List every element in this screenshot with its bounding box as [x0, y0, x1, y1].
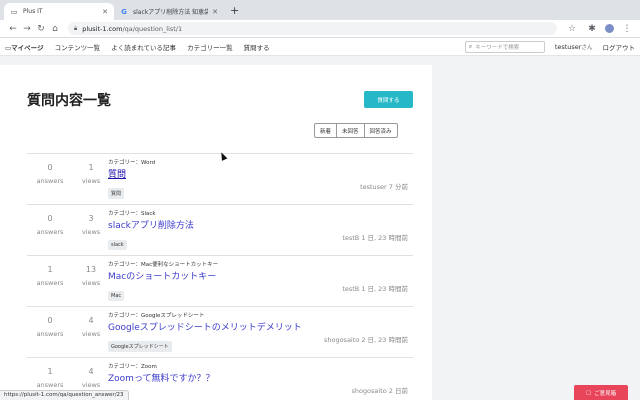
home-icon[interactable]: ⌂: [48, 24, 62, 34]
question-tag[interactable]: slack: [108, 240, 127, 250]
answers-stat: 1 answers: [36, 265, 64, 287]
question-item: 0 answers 1 views カテゴリー：Word 質問 質問 testuse…: [27, 153, 413, 204]
question-tag[interactable]: 質問: [108, 188, 125, 199]
filter-newest[interactable]: 新着: [314, 123, 338, 138]
question-list: 0 answers 1 views カテゴリー：Word 質問 質問 testuse…: [27, 153, 413, 400]
site-nav: ▭マイページ コンテンツ一覧 よく読まれている記事 カテゴリー一覧 質問する: [5, 42, 279, 52]
answers-stat: 0 answers: [36, 214, 64, 236]
question-title-link[interactable]: slackアプリ削除方法: [108, 218, 413, 231]
status-bar-url: https://plusit-1.com/qa/question_answer/…: [0, 390, 129, 400]
close-tab-icon[interactable]: ✕: [102, 8, 108, 16]
close-tab-icon[interactable]: ✕: [212, 8, 218, 16]
question-meta: shogosaito 2 日, 23 時間前: [323, 336, 408, 344]
views-stat: 4 views: [81, 316, 101, 338]
question-title-link[interactable]: Macのショートカットキー: [108, 269, 413, 282]
question-item: 0 answers 4 views カテゴリー：Googleスプレッドシート Goo…: [27, 306, 413, 357]
nav-popular[interactable]: よく読まれている記事: [111, 44, 176, 52]
views-stat: 4 views: [81, 367, 101, 389]
back-icon[interactable]: ←: [6, 24, 20, 34]
nav-mypage[interactable]: ▭マイページ: [5, 44, 44, 52]
tab-title: Plus IT: [23, 8, 43, 15]
question-tag[interactable]: Mac: [108, 291, 125, 301]
answers-stat: 0 answers: [36, 163, 64, 185]
reload-icon[interactable]: ↻: [34, 24, 48, 34]
filter-answered[interactable]: 回答済み: [363, 123, 398, 138]
views-stat: 1 views: [81, 163, 101, 185]
answers-stat: 0 answers: [36, 316, 64, 338]
chat-icon: ▢: [585, 389, 592, 396]
browser-tab-plus-it[interactable]: ▭ Plus IT ✕: [4, 3, 114, 20]
profile-avatar[interactable]: [605, 24, 614, 33]
question-category: カテゴリー：Word: [108, 160, 156, 166]
menu-icon[interactable]: ⋮: [620, 24, 634, 34]
search-placeholder: キーワードで検索: [475, 44, 520, 51]
site-header: ▭マイページ コンテンツ一覧 よく読まれている記事 カテゴリー一覧 質問する ⌕…: [0, 38, 640, 56]
question-meta: testuser 7 分前: [360, 183, 408, 191]
answers-stat: 1 answers: [36, 367, 64, 389]
question-category: カテゴリー：Zoom: [108, 364, 157, 370]
browser-toolbar: ← → ↻ ⌂ 🔒︎ plusit-1.com/qa/question_list…: [0, 20, 640, 38]
views-stat: 13 views: [81, 265, 101, 287]
filter-group: 新着 未回答 回答済み: [314, 123, 398, 138]
google-icon: G: [121, 7, 127, 16]
star-icon[interactable]: ☆: [565, 24, 579, 34]
question-meta: testB 1 日, 23 時間前: [342, 234, 408, 242]
new-tab-icon[interactable]: +: [230, 4, 239, 17]
laptop-icon: ▭: [10, 7, 18, 16]
nav-contents[interactable]: コンテンツ一覧: [55, 44, 101, 52]
address-bar[interactable]: 🔒︎ plusit-1.com/qa/question_list/1: [68, 22, 557, 35]
lock-icon: 🔒︎: [74, 24, 78, 32]
search-icon: ⌕: [468, 42, 473, 50]
question-category: カテゴリー：Mac便利なショートカットキー: [108, 262, 219, 268]
filter-unanswered[interactable]: 未回答: [336, 123, 365, 138]
question-list-card: 質問内容一覧 質問する 新着 未回答 回答済み 0 answers 1 views …: [0, 65, 432, 400]
url-host: plusit-1.com: [82, 24, 123, 33]
question-item: 1 answers 13 views カテゴリー：Mac便利なショートカットキー M…: [27, 255, 413, 306]
question-meta: testB 1 日, 23 時間前: [342, 285, 408, 293]
question-tag[interactable]: Googleスプレッドシート: [108, 341, 172, 352]
nav-categories[interactable]: カテゴリー一覧: [187, 44, 233, 52]
ask-question-button[interactable]: 質問する: [364, 91, 413, 108]
search-input[interactable]: ⌕ キーワードで検索: [464, 40, 545, 53]
question-category: カテゴリー：Slack: [108, 211, 156, 217]
question-meta: shogosaito 2 日前: [351, 387, 408, 395]
extensions-icon[interactable]: ✱: [585, 24, 599, 34]
question-item: 0 answers 3 views カテゴリー：Slack slackアプリ削除方法…: [27, 204, 413, 255]
feedback-button[interactable]: ▢ ご意見箱: [574, 385, 628, 400]
page-body: 質問内容一覧 質問する 新着 未回答 回答済み 0 answers 1 views …: [0, 57, 640, 400]
user-name[interactable]: testuserさん: [555, 43, 593, 51]
views-stat: 3 views: [81, 214, 101, 236]
question-category: カテゴリー：Googleスプレッドシート: [108, 313, 205, 319]
tab-title: slackアプリ削除方法 知恵袋 - G: [133, 9, 209, 16]
browser-tab-bar: ▭ Plus IT ✕ G slackアプリ削除方法 知恵袋 - G ✕ +: [0, 0, 640, 20]
forward-icon[interactable]: →: [20, 24, 34, 34]
page-title: 質問内容一覧: [27, 93, 111, 109]
question-title-link[interactable]: 質問: [108, 167, 413, 180]
logout-link[interactable]: ログアウト: [603, 42, 636, 52]
question-title-link[interactable]: Zoomって無料ですか？？: [108, 371, 413, 384]
nav-ask[interactable]: 質問する: [244, 44, 270, 52]
question-title-link[interactable]: Googleスプレッドシートのメリットデメリット: [108, 320, 413, 333]
url-path: /qa/question_list/1: [122, 24, 183, 33]
browser-tab-google[interactable]: G slackアプリ削除方法 知恵袋 - G ✕: [114, 3, 224, 20]
